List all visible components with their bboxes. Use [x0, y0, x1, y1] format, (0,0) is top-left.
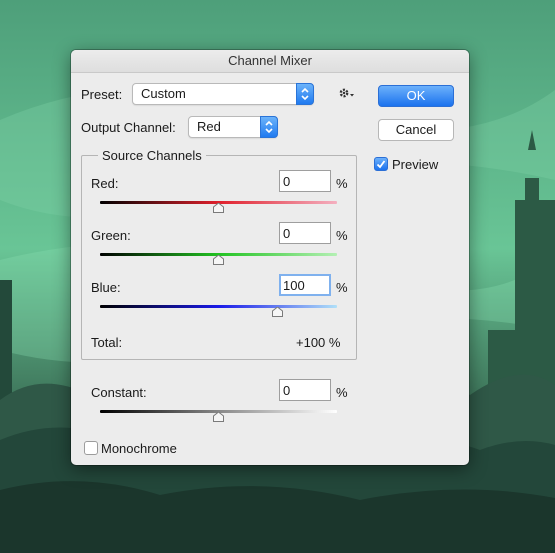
cancel-button[interactable]: Cancel — [378, 119, 454, 141]
preset-stepper-icon — [296, 83, 314, 105]
green-slider-thumb[interactable] — [213, 255, 224, 265]
checkmark-icon — [376, 160, 386, 169]
constant-value-field[interactable]: 0 — [279, 379, 331, 401]
channel-mixer-dialog: Channel Mixer Preset: Custom Output Chan… — [71, 50, 469, 465]
blue-slider-track[interactable] — [100, 305, 337, 308]
output-channel-stepper-icon — [260, 116, 278, 138]
green-value-field[interactable]: 0 — [279, 222, 331, 244]
source-channels-title: Source Channels — [98, 148, 206, 163]
total-label: Total: — [91, 335, 123, 350]
monochrome-checkbox[interactable] — [84, 441, 98, 455]
gear-icon[interactable] — [338, 86, 356, 103]
constant-label: Constant: — [91, 385, 147, 400]
monochrome-label: Monochrome — [101, 441, 177, 456]
red-unit: % — [336, 176, 348, 191]
constant-unit: % — [336, 385, 348, 400]
preview-checkbox[interactable] — [374, 157, 388, 171]
preview-label: Preview — [392, 157, 439, 172]
blue-slider-thumb[interactable] — [272, 307, 284, 317]
blue-value-field[interactable]: 100 — [279, 274, 331, 296]
output-channel-select[interactable]: Red — [188, 116, 278, 138]
total-value: +100 % — [296, 335, 341, 350]
preset-value: Custom — [141, 86, 186, 101]
constant-slider-thumb[interactable] — [213, 412, 224, 422]
red-slider-thumb[interactable] — [213, 203, 224, 213]
red-label: Red: — [91, 176, 119, 191]
green-unit: % — [336, 228, 348, 243]
preset-select[interactable]: Custom — [132, 83, 314, 105]
output-channel-label: Output Channel: — [81, 120, 176, 135]
ok-button[interactable]: OK — [378, 85, 454, 107]
output-channel-value: Red — [197, 119, 221, 134]
blue-label: Blue: — [91, 280, 121, 295]
red-value-field[interactable]: 0 — [279, 170, 331, 192]
blue-unit: % — [336, 280, 348, 295]
dialog-title: Channel Mixer — [71, 50, 469, 73]
preset-label: Preset: — [81, 87, 123, 102]
green-label: Green: — [91, 228, 131, 243]
